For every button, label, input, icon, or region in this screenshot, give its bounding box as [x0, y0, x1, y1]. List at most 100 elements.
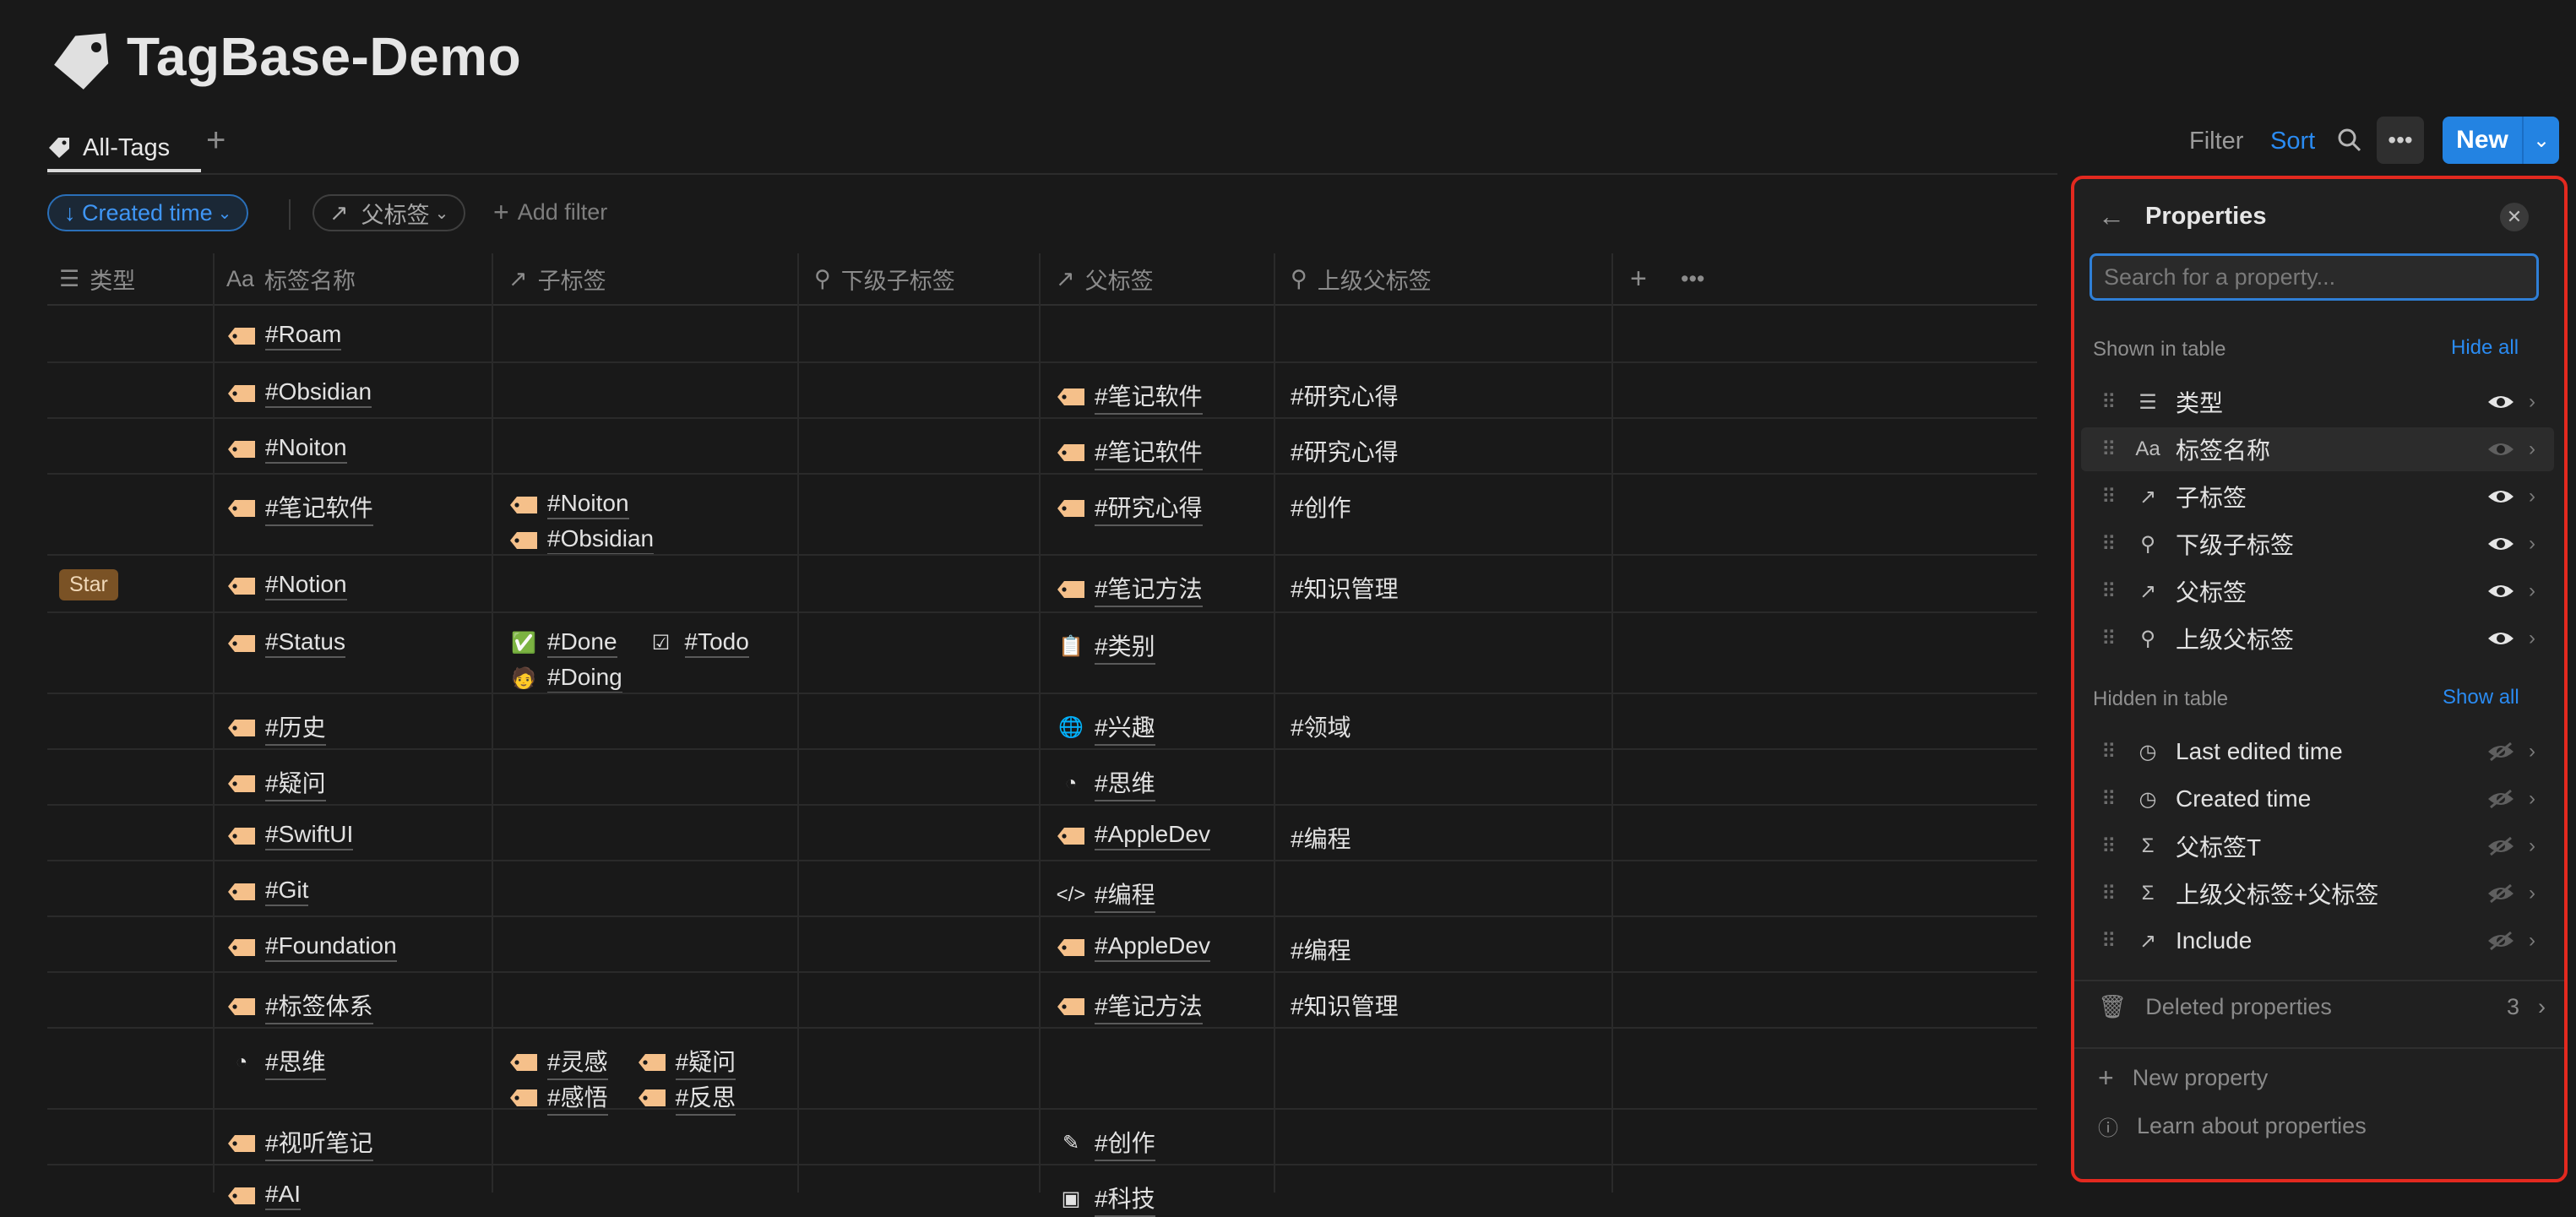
column-header-child[interactable]: ↗ 子标签 [508, 253, 606, 304]
column-header-upper-parent[interactable]: ⚲ 上级父标签 [1291, 253, 1432, 304]
column-options-button[interactable]: ••• [1681, 253, 1704, 304]
parent-filter-chip[interactable]: ↗ 父标签 ⌄ [312, 194, 466, 231]
property-row[interactable]: ⠿ Σ 父标签T › [2081, 824, 2554, 868]
tag-link[interactable]: #Status [265, 628, 345, 658]
chevron-right-icon[interactable]: › [2529, 787, 2554, 811]
tag-link[interactable]: #编程 [1095, 877, 1155, 913]
property-row[interactable]: ⠿ ◷ Last edited time › [2081, 730, 2554, 774]
sort-chip[interactable]: ↓ Created time ⌄ [47, 194, 249, 231]
chevron-right-icon[interactable]: › [2529, 485, 2554, 508]
tag-link[interactable]: #思维 [265, 1044, 326, 1080]
drag-handle-icon[interactable]: ⠿ [2101, 627, 2120, 651]
property-row[interactable]: ⠿ ⚲ 上级父标签 › [2081, 617, 2554, 660]
tag-link[interactable]: #Roam [265, 321, 342, 350]
property-row[interactable]: ⠿ ↗ 子标签 › [2081, 475, 2554, 519]
tag-link[interactable]: #笔记软件 [1095, 378, 1203, 415]
tab-all-tags[interactable]: All-Tags [47, 123, 170, 172]
new-property-button[interactable]: + New property [2098, 1062, 2268, 1094]
drag-handle-icon[interactable]: ⠿ [2101, 740, 2120, 764]
property-row[interactable]: ⠿ ↗ 父标签 › [2081, 569, 2554, 613]
hide-all-button[interactable]: Hide all [2451, 336, 2519, 360]
close-icon[interactable]: ✕ [2500, 203, 2529, 231]
tag-link[interactable]: #疑问 [265, 765, 326, 801]
tag-link[interactable]: #灵感 [547, 1044, 608, 1080]
filter-button[interactable]: Filter [2189, 120, 2243, 162]
drag-handle-icon[interactable]: ⠿ [2101, 787, 2120, 812]
tag-link[interactable]: #AI [265, 1181, 302, 1210]
column-header-parent[interactable]: ↗ 父标签 [1056, 253, 1154, 304]
tag-link[interactable]: #Noiton [265, 434, 347, 464]
tag-link[interactable]: #AppleDev [1095, 932, 1210, 962]
type-badge[interactable]: Star [59, 569, 118, 600]
chevron-right-icon[interactable]: › [2529, 532, 2554, 556]
tag-link[interactable]: #反思 [675, 1079, 736, 1116]
deleted-properties-row[interactable]: 🗑 Deleted properties 3 › [2098, 993, 2546, 1020]
property-row[interactable]: ⠿ ⚲ 下级子标签 › [2081, 522, 2554, 566]
chevron-right-icon[interactable]: › [2529, 834, 2554, 858]
chevron-right-icon[interactable]: › [2529, 437, 2554, 461]
eye-off-icon[interactable] [2486, 742, 2515, 762]
chevron-down-icon[interactable]: ⌄ [2524, 128, 2559, 153]
eye-icon[interactable] [2486, 581, 2515, 601]
tag-link[interactable]: #兴趣 [1095, 709, 1155, 746]
drag-handle-icon[interactable]: ⠿ [2101, 882, 2120, 906]
tag-link[interactable]: #Notion [265, 571, 347, 600]
tag-link[interactable]: #Git [265, 877, 309, 906]
property-row[interactable]: ⠿ Aa 标签名称 › [2081, 427, 2554, 471]
chevron-right-icon[interactable]: › [2529, 579, 2554, 603]
tag-link[interactable]: #研究心得 [1095, 490, 1203, 526]
sort-button[interactable]: Sort [2270, 120, 2315, 162]
drag-handle-icon[interactable]: ⠿ [2101, 390, 2120, 415]
tag-link[interactable]: #笔记软件 [265, 490, 373, 526]
tag-link[interactable]: #笔记方法 [1095, 988, 1203, 1024]
tag-link[interactable]: #科技 [1095, 1181, 1155, 1217]
new-button[interactable]: New ⌄ [2443, 117, 2559, 164]
tag-link[interactable]: #Todo [684, 628, 749, 658]
chevron-right-icon[interactable]: › [2529, 627, 2554, 650]
property-row[interactable]: ⠿ Σ 上级父标签+父标签 › [2081, 872, 2554, 915]
learn-properties-link[interactable]: ⓘ Learn about properties [2098, 1111, 2367, 1141]
eye-off-icon[interactable] [2486, 836, 2515, 856]
drag-handle-icon[interactable]: ⠿ [2101, 532, 2120, 557]
column-header-sub-child[interactable]: ⚲ 下级子标签 [814, 253, 955, 304]
search-icon[interactable] [2336, 127, 2363, 154]
eye-icon[interactable] [2486, 486, 2515, 507]
tag-link[interactable]: #笔记方法 [1095, 571, 1203, 607]
eye-icon[interactable] [2486, 392, 2515, 412]
property-row[interactable]: ⠿ ☰ 类型 › [2081, 380, 2554, 424]
eye-icon[interactable] [2486, 628, 2515, 649]
tag-link[interactable]: #创作 [1095, 1125, 1155, 1161]
chevron-right-icon[interactable]: › [2529, 882, 2554, 905]
eye-icon[interactable] [2486, 534, 2515, 554]
back-arrow-icon[interactable]: ← [2098, 201, 2125, 232]
eye-icon[interactable] [2486, 439, 2515, 459]
drag-handle-icon[interactable]: ⠿ [2101, 437, 2120, 462]
drag-handle-icon[interactable]: ⠿ [2101, 834, 2120, 859]
tag-link[interactable]: #Obsidian [547, 525, 655, 555]
add-view-button[interactable]: + [206, 122, 226, 160]
eye-off-icon[interactable] [2486, 789, 2515, 809]
eye-off-icon[interactable] [2486, 931, 2515, 951]
add-column-button[interactable]: + [1630, 253, 1647, 304]
property-row[interactable]: ⠿ ◷ Created time › [2081, 777, 2554, 821]
tag-link[interactable]: #思维 [1095, 765, 1155, 801]
eye-off-icon[interactable] [2486, 883, 2515, 904]
add-filter-button[interactable]: + Add filter [493, 197, 607, 228]
tag-link[interactable]: #历史 [265, 709, 326, 746]
tag-link[interactable]: #视听笔记 [265, 1125, 373, 1161]
tag-link[interactable]: #标签体系 [265, 988, 373, 1024]
tag-link[interactable]: #感悟 [547, 1079, 608, 1116]
chevron-right-icon[interactable]: › [2529, 740, 2554, 763]
tag-link[interactable]: #Doing [547, 664, 622, 693]
tag-link[interactable]: #Obsidian [265, 378, 372, 408]
chevron-right-icon[interactable]: › [2529, 929, 2554, 953]
tag-link[interactable]: #笔记软件 [1095, 434, 1203, 470]
tag-link[interactable]: #Foundation [265, 932, 397, 962]
tag-link[interactable]: #疑问 [675, 1044, 736, 1080]
drag-handle-icon[interactable]: ⠿ [2101, 579, 2120, 604]
tag-link[interactable]: #AppleDev [1095, 821, 1210, 850]
column-header-name[interactable]: Aa 标签名称 [226, 253, 356, 304]
column-header-type[interactable]: ☰ 类型 [59, 253, 135, 304]
show-all-button[interactable]: Show all [2443, 686, 2519, 709]
property-row[interactable]: ⠿ ↗ Include › [2081, 919, 2554, 963]
